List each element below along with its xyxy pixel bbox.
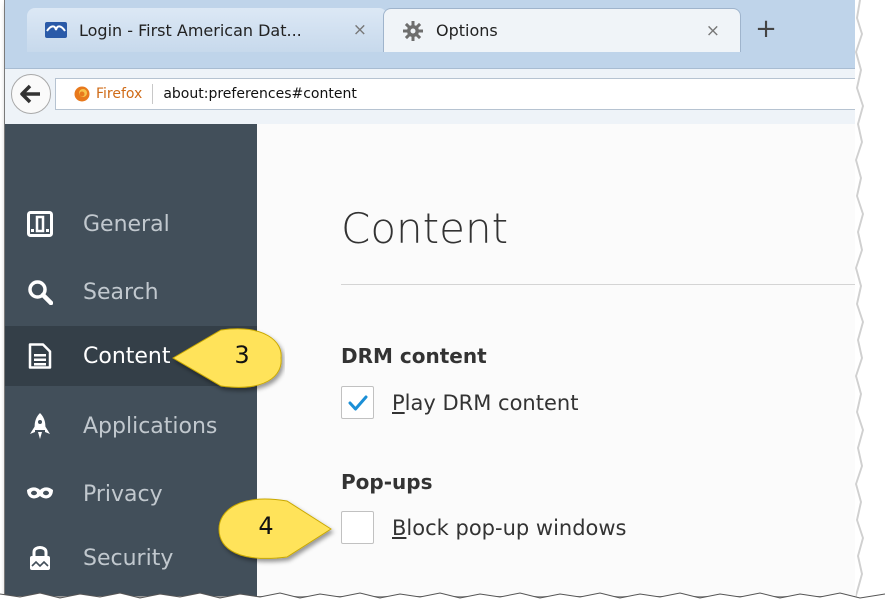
sidebar-item-label: Content xyxy=(83,343,171,369)
block-pop-ups-label: Block pop-up windows xyxy=(392,515,627,540)
identity-box[interactable]: Firefox xyxy=(74,86,142,102)
lock-icon xyxy=(25,543,55,573)
tab-options-title: Options xyxy=(436,21,498,40)
tab-login[interactable]: Login - First American Dat... × xyxy=(27,8,387,52)
back-arrow-icon xyxy=(20,84,40,104)
callout-4: 4 xyxy=(215,491,339,567)
firefox-icon xyxy=(74,86,90,102)
mask-icon xyxy=(25,479,55,509)
content-pane: Content DRM content Play DRM content Pop… xyxy=(257,124,863,596)
checkmark-icon xyxy=(348,395,367,410)
sidebar-item-general[interactable]: General xyxy=(5,194,257,254)
sidebar-item-label: Applications xyxy=(83,413,218,439)
navigation-bar: Firefox about:preferences#content xyxy=(5,68,863,124)
block-pop-ups-checkbox-row[interactable]: Block pop-up windows xyxy=(341,511,627,544)
pop-ups-heading: Pop-ups xyxy=(341,470,433,494)
tab-login-title: Login - First American Dat... xyxy=(79,20,302,40)
search-icon xyxy=(25,277,55,307)
torn-edge-right xyxy=(855,0,885,602)
play-drm-content-checkbox[interactable] xyxy=(341,386,374,419)
identity-label: Firefox xyxy=(96,86,143,102)
sidebar-item-search[interactable]: Search xyxy=(5,262,257,322)
sidebar-item-label: Security xyxy=(83,545,174,571)
callout-4-number: 4 xyxy=(258,512,274,540)
url-separator xyxy=(152,84,154,104)
gear-icon xyxy=(402,20,424,41)
torn-edge-bottom xyxy=(0,592,885,604)
tab-strip: Login - First American Dat... × Options … xyxy=(5,0,863,68)
url-text[interactable]: about:preferences#content xyxy=(163,86,356,102)
close-tab-icon[interactable]: × xyxy=(706,21,720,41)
url-bar[interactable]: Firefox about:preferences#content xyxy=(55,78,863,110)
block-pop-ups-checkbox[interactable] xyxy=(341,511,374,544)
sidebar-item-label: Privacy xyxy=(83,481,163,507)
general-icon xyxy=(25,209,55,239)
document-icon xyxy=(25,341,55,371)
browser-window: Login - First American Dat... × Options … xyxy=(4,0,863,596)
play-drm-content-checkbox-row[interactable]: Play DRM content xyxy=(341,386,578,419)
first-american-logo-icon xyxy=(45,21,67,39)
close-tab-icon[interactable]: × xyxy=(353,20,367,40)
drm-content-heading: DRM content xyxy=(341,344,487,368)
header-divider xyxy=(341,284,863,285)
back-button[interactable] xyxy=(11,74,51,114)
sidebar-item-applications[interactable]: Applications xyxy=(5,396,257,456)
page-title: Content xyxy=(341,204,509,253)
sidebar-item-label: Search xyxy=(83,279,159,305)
tab-options[interactable]: Options × xyxy=(383,8,741,52)
callout-3-number: 3 xyxy=(234,341,250,369)
play-drm-content-label: Play DRM content xyxy=(392,390,579,415)
rocket-icon xyxy=(25,411,55,441)
callout-3: 3 xyxy=(165,320,285,396)
new-tab-button[interactable]: + xyxy=(753,14,779,44)
sidebar-item-label: General xyxy=(83,211,170,237)
